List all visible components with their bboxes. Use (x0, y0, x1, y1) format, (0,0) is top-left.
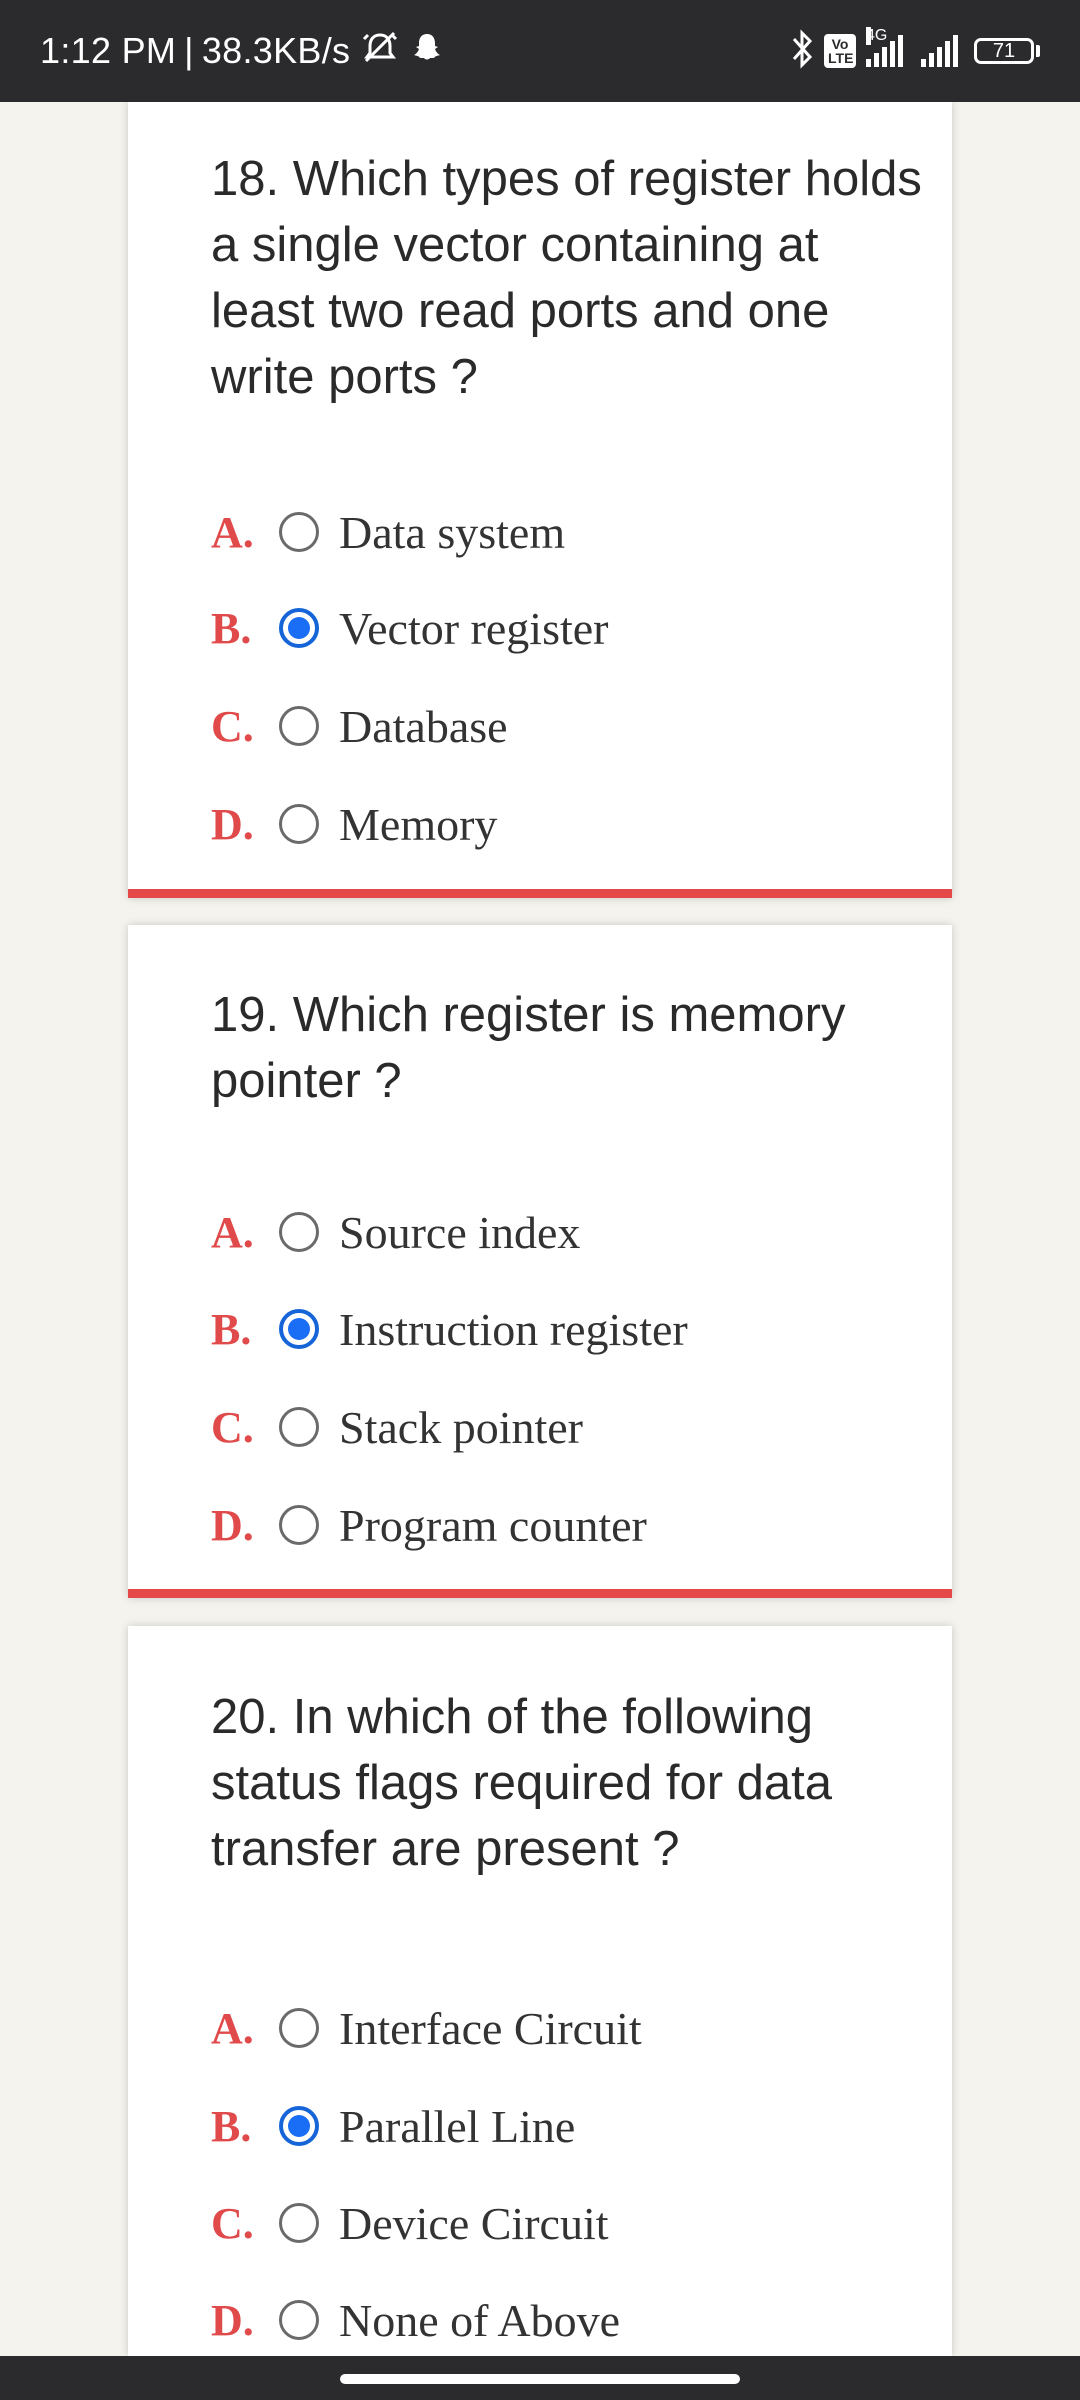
option-b[interactable]: B. Instruction register (211, 1299, 688, 1359)
network-type-label: 4G (866, 27, 888, 45)
status-speed: 38.3KB/s (201, 30, 351, 71)
question-text: 20. In which of the following status fla… (211, 1690, 833, 1876)
option-d[interactable]: D. None of Above (211, 2290, 620, 2350)
option-label: Instruction register (339, 1303, 688, 1355)
home-indicator[interactable] (340, 2374, 740, 2384)
option-label: Program counter (339, 1499, 647, 1551)
option-c[interactable]: C. Database (211, 696, 508, 756)
option-c[interactable]: C. Device Circuit (211, 2193, 609, 2253)
option-letter: C. (211, 2198, 254, 2248)
radio-button[interactable] (279, 706, 319, 746)
status-right: Vo LTE 4G 71 (790, 27, 1040, 74)
option-label: Database (339, 700, 508, 752)
option-letter: B. (211, 1304, 252, 1354)
status-time: 1:12 PM (40, 30, 177, 71)
volte-icon: Vo LTE (824, 34, 856, 68)
option-b[interactable]: B. Vector register (211, 598, 609, 658)
option-letter: B. (211, 603, 252, 653)
option-label: Vector register (339, 602, 609, 654)
status-bar: 1:12 PM | 38.3KB/s Vo LTE 4G 71 (0, 0, 1080, 102)
radio-button-selected[interactable] (279, 608, 319, 648)
option-a[interactable]: A. Data system (211, 502, 565, 562)
status-separator: | (184, 30, 194, 71)
option-a[interactable]: A. Source index (211, 1202, 580, 1262)
option-letter: D. (211, 2295, 254, 2345)
radio-button[interactable] (279, 1407, 319, 1447)
option-b[interactable]: B. Parallel Line (211, 2096, 575, 2156)
option-letter: C. (211, 1402, 254, 1452)
option-label: Source index (339, 1206, 581, 1258)
question-card-19: 19. Which register is memory pointer ? A… (128, 925, 952, 1598)
option-letter: A. (211, 1207, 254, 1257)
option-letter: A. (211, 2003, 254, 2053)
question-card-18: 18. Which types of register holds a sing… (128, 102, 952, 898)
battery-cap (1036, 45, 1040, 57)
radio-button[interactable] (279, 2203, 319, 2243)
battery-level: 71 (974, 38, 1034, 64)
option-label: Parallel Line (339, 2100, 576, 2152)
status-left: 1:12 PM | 38.3KB/s (40, 29, 444, 74)
option-label: None of Above (339, 2294, 621, 2346)
signal-icon (921, 35, 958, 67)
option-d[interactable]: D. Program counter (211, 1495, 647, 1555)
question-card-20: 20. In which of the following status fla… (128, 1626, 952, 2356)
option-label: Data system (339, 506, 566, 558)
option-label: Interface Circuit (339, 2002, 642, 2054)
bluetooth-icon (790, 28, 814, 74)
option-label: Memory (339, 798, 498, 850)
option-c[interactable]: C. Stack pointer (211, 1397, 583, 1457)
option-d[interactable]: D. Memory (211, 794, 497, 854)
option-letter: D. (211, 799, 254, 849)
radio-button[interactable] (279, 1212, 319, 1252)
radio-button-selected[interactable] (279, 1309, 319, 1349)
radio-button[interactable] (279, 2008, 319, 2048)
radio-button-selected[interactable] (279, 2106, 319, 2146)
radio-button[interactable] (279, 804, 319, 844)
signal-4g-icon: 4G (866, 27, 903, 67)
alarm-off-icon (360, 29, 400, 74)
battery-icon: 71 (974, 38, 1040, 64)
option-label: Stack pointer (339, 1401, 583, 1453)
option-letter: A. (211, 507, 254, 557)
snapchat-icon (410, 30, 444, 73)
radio-button[interactable] (279, 512, 319, 552)
option-letter: B. (211, 2101, 252, 2151)
radio-button[interactable] (279, 2300, 319, 2340)
option-label: Device Circuit (339, 2197, 609, 2249)
navigation-bar (0, 2356, 1080, 2400)
question-text: 19. Which register is memory pointer ? (211, 988, 846, 1108)
option-letter: C. (211, 701, 254, 751)
question-text: 18. Which types of register holds a sing… (211, 152, 922, 404)
radio-button[interactable] (279, 1505, 319, 1545)
option-letter: D. (211, 1500, 254, 1550)
option-a[interactable]: A. Interface Circuit (211, 1998, 642, 2058)
